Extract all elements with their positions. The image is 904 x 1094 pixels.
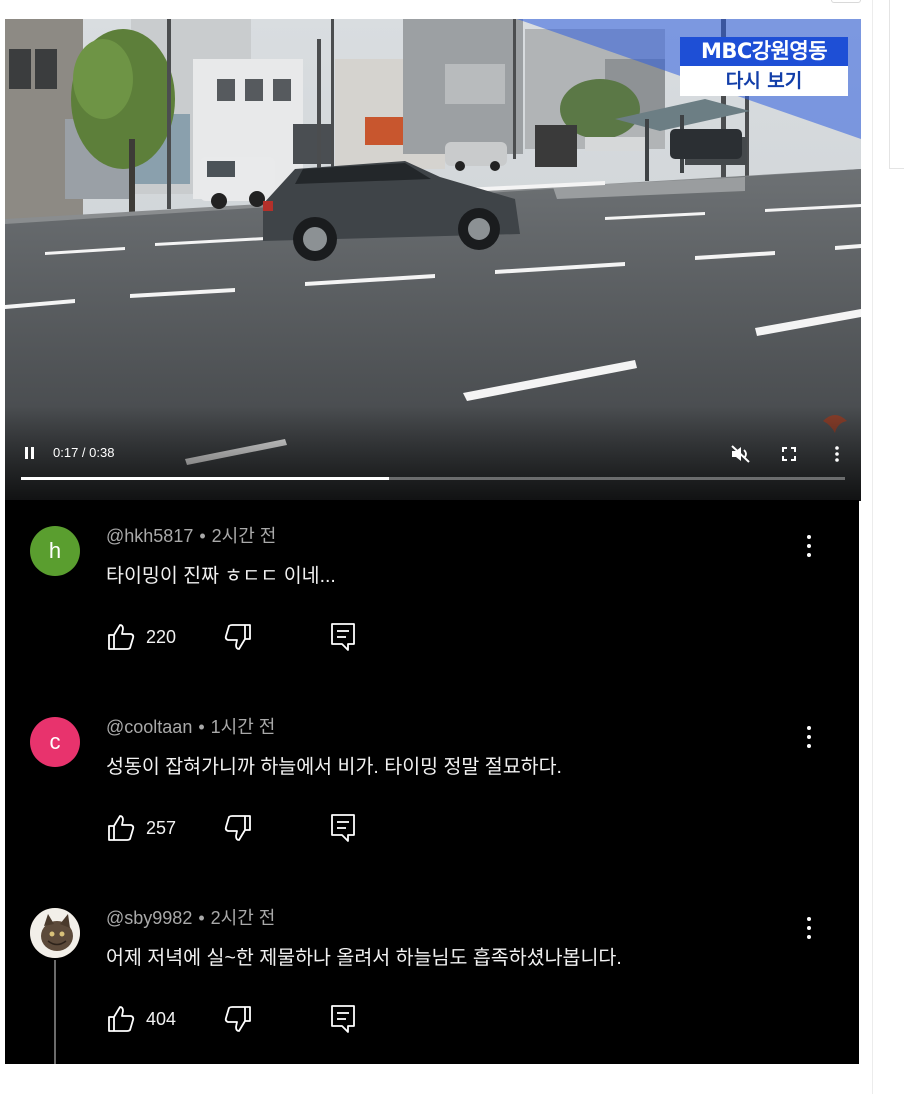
comment-item: c @cooltaan • 1시간 전 성동이 잡혀가니까 하늘에서 비가. 타이밍… — [5, 691, 859, 882]
reply-button[interactable] — [330, 622, 356, 652]
time-total: 0:38 — [89, 445, 115, 460]
avatar[interactable]: h — [30, 526, 80, 576]
comment-actions: 220 — [106, 622, 366, 654]
like-count: 257 — [146, 818, 177, 838]
reply-button[interactable] — [330, 1004, 356, 1034]
video-player[interactable]: MBC강원영동 다시 보기 0:17 / 0:38 — [5, 19, 861, 501]
comment-author[interactable]: @hkh5817 — [106, 526, 193, 546]
comment-text: 성동이 잡혀가니까 하늘에서 비가. 타이밍 정말 절묘하다. — [106, 756, 562, 778]
comment-time: 2시간 전 — [210, 908, 276, 928]
top-chip — [831, 0, 861, 3]
progress-played — [21, 477, 390, 480]
thumb-up-icon — [108, 815, 135, 841]
comment-menu-button[interactable] — [801, 723, 817, 751]
progress-bar[interactable] — [21, 477, 845, 480]
comment-menu-button[interactable] — [801, 532, 817, 560]
thumb-down-icon — [224, 815, 251, 841]
mute-button[interactable] — [730, 444, 752, 464]
timecode: 0:17 / 0:38 — [53, 445, 115, 460]
comment-author[interactable]: @cooltaan — [106, 717, 192, 737]
time-current: 0:17 — [53, 445, 79, 460]
reply-button[interactable] — [330, 813, 356, 843]
dislike-button[interactable] — [223, 1004, 253, 1034]
broadcaster-watermark: MBC강원영동 다시 보기 — [680, 37, 848, 96]
comment-actions: 404 — [106, 1004, 366, 1036]
comment-item: @sby9982 • 2시간 전 어제 저녁에 실~한 제물하나 올려서 하늘님도 … — [5, 882, 859, 1064]
pause-button[interactable] — [23, 446, 37, 460]
like-button[interactable] — [106, 813, 136, 843]
comment-meta: @sby9982 • 2시간 전 — [106, 908, 276, 928]
avatar[interactable] — [30, 908, 80, 958]
watermark-logo-text: MBC강원영동 — [680, 37, 848, 66]
reply-icon — [331, 814, 355, 842]
mute-icon — [731, 445, 750, 463]
fullscreen-button[interactable] — [779, 444, 799, 464]
comment-time: 1시간 전 — [210, 717, 276, 737]
cat-avatar-image — [30, 908, 80, 958]
like-button[interactable] — [106, 1004, 136, 1034]
reply-icon — [331, 1005, 355, 1033]
like-count: 220 — [146, 627, 177, 647]
comment-time: 2시간 전 — [211, 526, 277, 546]
comment-meta: @hkh5817 • 2시간 전 — [106, 526, 277, 546]
more-options-button[interactable] — [832, 444, 842, 464]
comment-text: 어제 저녁에 실~한 제물하나 올려서 하늘님도 흡족하셨나봅니다. — [106, 947, 622, 969]
comments-section: h @hkh5817•2시간 전 타이밍이 진짜 ㅎㄷㄷ 이네... 220 — [5, 500, 859, 1064]
comment-meta: @cooltaan • 1시간 전 — [106, 717, 276, 737]
thumb-up-icon — [108, 624, 135, 650]
comment-author[interactable]: @sby9982 — [106, 908, 192, 928]
thumb-up-icon — [108, 1006, 135, 1032]
more-vert-icon — [835, 446, 839, 462]
dislike-button[interactable] — [223, 813, 253, 843]
reply-icon — [331, 623, 355, 651]
reply-thread-line — [54, 960, 56, 1064]
like-count: 404 — [146, 1009, 177, 1029]
comment-menu-button[interactable] — [801, 914, 817, 942]
comment-item: h @hkh5817 • 2시간 전 타이밍이 진짜 ㅎㄷㄷ 이네... 220 — [5, 500, 859, 691]
watermark-replay-text: 다시 보기 — [680, 66, 848, 96]
dislike-button[interactable] — [223, 622, 253, 652]
page-divider — [872, 0, 873, 1094]
like-button[interactable] — [106, 622, 136, 652]
comment-text: 타이밍이 진짜 ㅎㄷㄷ 이네... — [106, 565, 336, 587]
thumb-down-icon — [224, 1006, 251, 1032]
avatar[interactable]: c — [30, 717, 80, 767]
fullscreen-icon — [782, 447, 796, 461]
side-panel-edge — [889, 0, 904, 169]
comment-actions: 257 — [106, 813, 366, 845]
thumb-down-icon — [224, 624, 251, 650]
